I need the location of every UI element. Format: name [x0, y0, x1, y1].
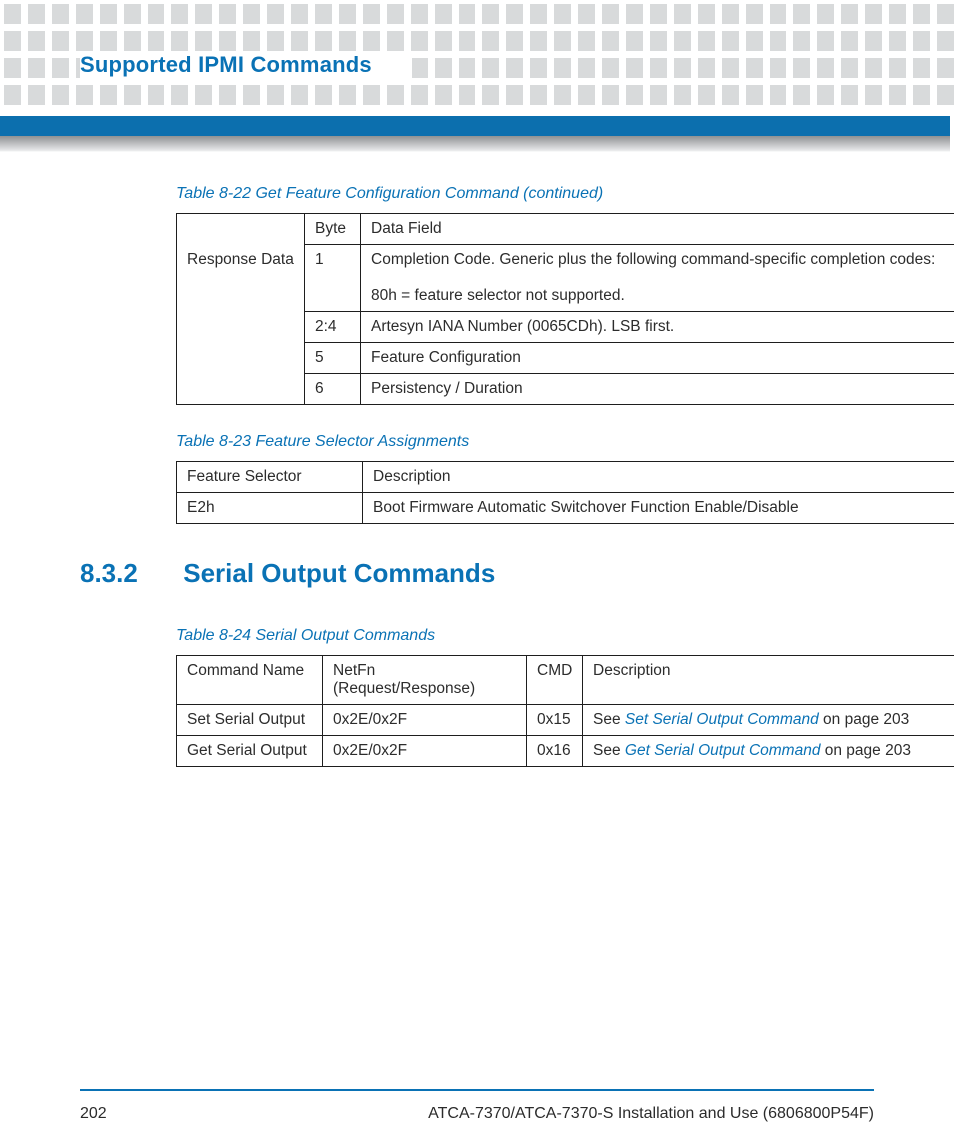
cell-description: See Get Serial Output Command on page 20…	[583, 736, 954, 767]
col-byte-header: Byte	[305, 214, 361, 245]
cell-command-name: Set Serial Output	[177, 705, 323, 736]
table-8-22: Byte Data Field Response Data 1 Completi…	[176, 213, 954, 405]
header-blue-bar	[0, 116, 950, 136]
col-description: Description	[583, 656, 954, 705]
col-description: Description	[363, 462, 954, 493]
table-row: Get Serial Output 0x2E/0x2F 0x16 See Get…	[177, 736, 954, 767]
page-content: Table 8-22 Get Feature Configuration Com…	[80, 185, 874, 1085]
table-row: Set Serial Output 0x2E/0x2F 0x15 See Set…	[177, 705, 954, 736]
table-row: Response Data 1 Completion Code. Generic…	[177, 245, 954, 312]
cell-byte: 5	[305, 343, 361, 374]
cell-byte: 1	[305, 245, 361, 312]
footer-rule	[80, 1089, 874, 1091]
cell-description: Boot Firmware Automatic Switchover Funct…	[363, 493, 954, 524]
table-8-23: Feature Selector Description E2h Boot Fi…	[176, 461, 954, 524]
cell-field: Persistency / Duration	[361, 374, 954, 405]
response-data-label: Response Data	[177, 245, 305, 405]
cell-byte: 2:4	[305, 312, 361, 343]
table-8-24-caption: Table 8-24 Serial Output Commands	[176, 627, 874, 645]
xref-link[interactable]: Set Serial Output Command	[625, 711, 819, 728]
cell-cmd: 0x16	[527, 736, 583, 767]
table-8-24: Command Name NetFn (Request/Response) CM…	[176, 655, 954, 767]
table-8-23-caption: Table 8-23 Feature Selector Assignments	[176, 433, 874, 451]
table-8-22-caption: Table 8-22 Get Feature Configuration Com…	[176, 185, 874, 203]
cell-field: Artesyn IANA Number (0065CDh). LSB first…	[361, 312, 954, 343]
header-grey-fade	[0, 136, 950, 152]
page-header-title: Supported IPMI Commands	[80, 52, 412, 84]
cell-netfn: 0x2E/0x2F	[323, 705, 527, 736]
cell-field: Feature Configuration	[361, 343, 954, 374]
cell-selector: E2h	[177, 493, 363, 524]
col-command-name: Command Name	[177, 656, 323, 705]
cell-field: Completion Code. Generic plus the follow…	[361, 245, 954, 312]
table-row: Feature Selector Description	[177, 462, 954, 493]
cell-netfn: 0x2E/0x2F	[323, 736, 527, 767]
table-row: Byte Data Field	[177, 214, 954, 245]
page-number: 202	[80, 1105, 107, 1123]
table-row: Command Name NetFn (Request/Response) CM…	[177, 656, 954, 705]
section-title: Serial Output Commands	[183, 558, 495, 588]
col-cmd: CMD	[527, 656, 583, 705]
page-footer: 202 ATCA-7370/ATCA-7370-S Installation a…	[80, 1105, 874, 1123]
section-number: 8.3.2	[80, 558, 176, 589]
col-field-header: Data Field	[361, 214, 954, 245]
col-netfn: NetFn (Request/Response)	[323, 656, 527, 705]
doc-title: ATCA-7370/ATCA-7370-S Installation and U…	[428, 1105, 874, 1123]
cell-cmd: 0x15	[527, 705, 583, 736]
section-heading: 8.3.2 Serial Output Commands	[80, 558, 874, 589]
cell-description: See Set Serial Output Command on page 20…	[583, 705, 954, 736]
col-feature-selector: Feature Selector	[177, 462, 363, 493]
cell-byte: 6	[305, 374, 361, 405]
table-row: E2h Boot Firmware Automatic Switchover F…	[177, 493, 954, 524]
xref-link[interactable]: Get Serial Output Command	[625, 742, 821, 759]
cell-command-name: Get Serial Output	[177, 736, 323, 767]
